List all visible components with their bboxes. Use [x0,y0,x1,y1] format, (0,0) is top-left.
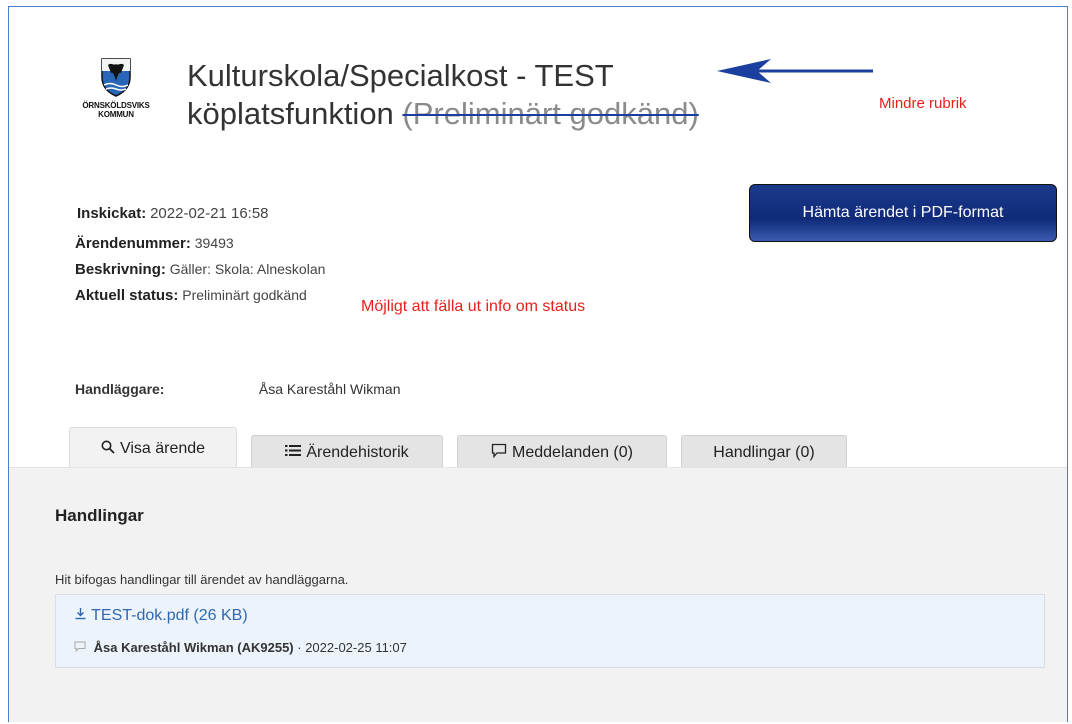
comment-small-icon [74,640,90,655]
description-value: Gäller: Skola: Alneskolan [169,261,326,277]
description-label: Beskrivning: [75,261,166,278]
title-line-1: Kulturskola/Specialkost - TEST [187,58,614,93]
case-number-row: Ärendenummer: 39493 [75,235,234,252]
title-line-2: köplatsfunktion [187,96,403,131]
submitted-value: 2022-02-21 16:58 [150,205,269,222]
document-meta: Åsa Kareståhl Wikman (AK9255) · 2022-02-… [74,640,407,655]
tab-case-history[interactable]: Ärendehistorik [251,435,443,469]
document-timestamp: 2022-02-25 11:07 [305,640,407,655]
coat-of-arms-icon [101,58,131,97]
page-title: Kulturskola/Specialkost - TEST köplatsfu… [187,57,887,133]
tab-view-case[interactable]: Visa ärende [69,427,237,469]
case-page: ÖRNSKÖLDSVIKS KOMMUN Kulturskola/Special… [8,6,1068,722]
handler-value: Åsa Kareståhl Wikman [258,381,401,397]
list-icon [285,444,302,461]
submitted-label: Inskickat: [77,205,147,222]
status-value: Preliminärt godkänd [182,287,307,303]
comment-icon [491,443,507,462]
handler-label: Handläggare: [75,381,165,397]
handler-row: Handläggare: Åsa Kareståhl Wikman [75,381,401,397]
tab-case-history-label: Ärendehistorik [306,443,409,461]
title-struck-status: (Preliminärt godkänd) [402,96,699,131]
status-label: Aktuell status: [75,287,179,304]
tab-messages-label: Meddelanden (0) [512,443,633,461]
case-number-value: 39493 [194,235,234,251]
municipality-logo: ÖRNSKÖLDSVIKS KOMMUN [81,57,151,119]
submitted-row: Inskickat: 2022-02-21 16:58 [77,205,269,222]
document-link[interactable]: TEST-dok.pdf (26 KB) [74,607,248,625]
tab-documents-label: Handlingar (0) [713,443,815,461]
document-uploader: Åsa Kareståhl Wikman (AK9255) [93,640,294,655]
search-icon [101,440,115,458]
download-icon [74,607,91,624]
tab-documents[interactable]: Handlingar (0) [681,435,847,469]
annotation-status-note: Möjligt att fälla ut info om status [361,298,586,315]
document-name: TEST-dok.pdf (26 KB) [91,607,248,624]
description-row: Beskrivning: Gäller: Skola: Alneskolan [75,261,325,278]
logo-line-1: ÖRNSKÖLDSVIKS [82,101,150,110]
meta-separator: · [293,640,306,655]
panel-heading: Handlingar [55,506,144,525]
status-row: Aktuell status: Preliminärt godkänd [75,287,307,304]
download-pdf-button[interactable]: Hämta ärendet i PDF-format [749,184,1057,242]
tab-messages[interactable]: Meddelanden (0) [457,435,667,469]
logo-line-2: KOMMUN [98,110,134,119]
tab-view-case-label: Visa ärende [119,439,206,457]
panel-intro: Hit bifogas handlingar till ärendet av h… [55,572,349,587]
annotation-heading-note: Mindre rubrik [879,95,967,112]
case-number-label: Ärendenummer: [75,235,191,252]
documents-panel: Handlingar Hit bifogas handlingar till ä… [9,467,1067,722]
document-item: TEST-dok.pdf (26 KB) Åsa Kareståhl Wikma… [55,594,1045,668]
